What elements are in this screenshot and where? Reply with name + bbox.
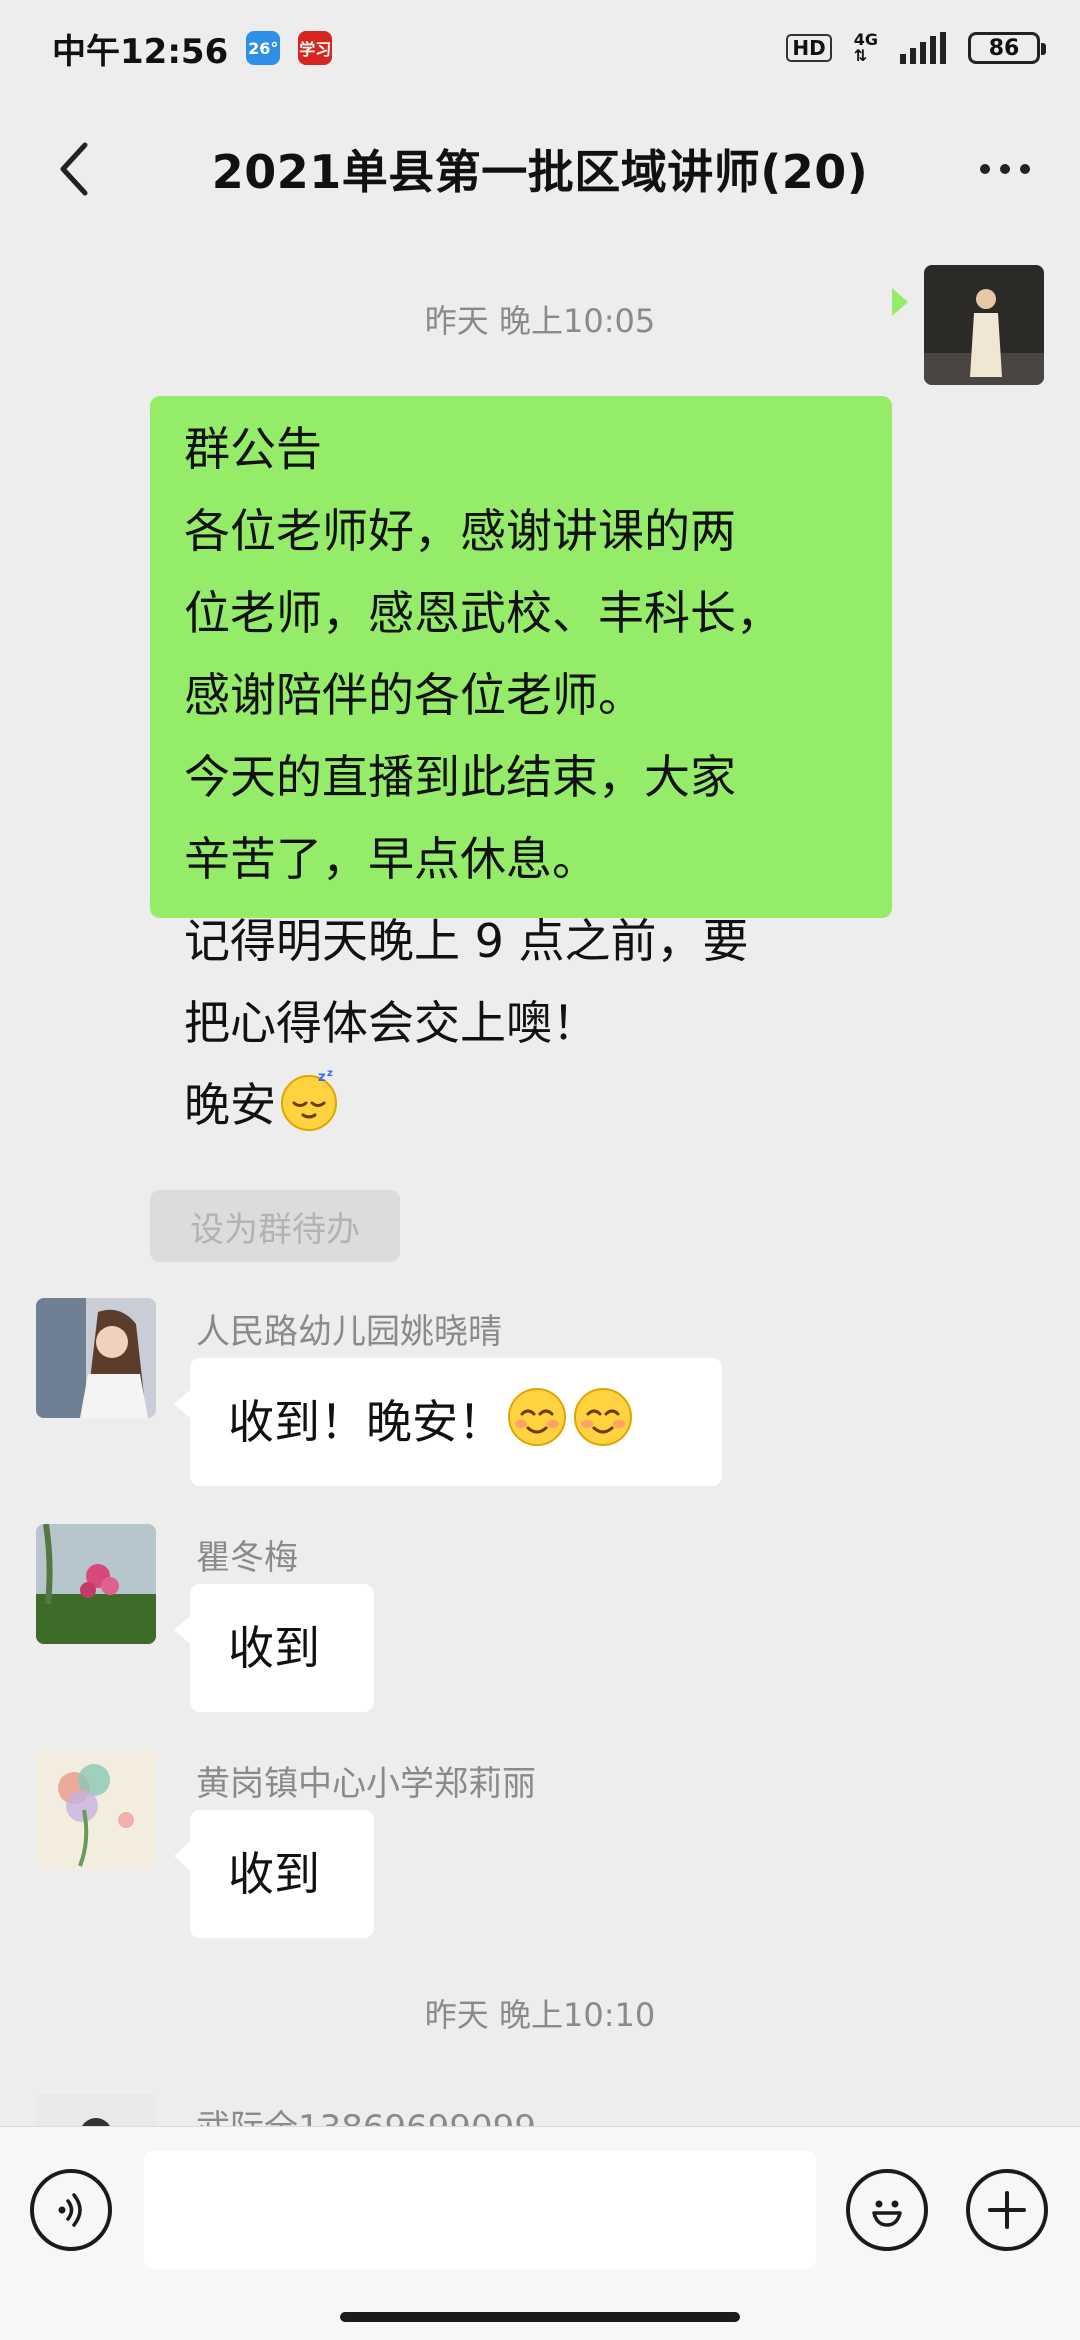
sleepy-emoji-icon: z z: [276, 1067, 342, 1133]
notice-line: 感谢陪伴的各位老师。: [184, 668, 644, 722]
smile-emoji-icon: [504, 1384, 570, 1450]
home-indicator[interactable]: [340, 2312, 740, 2322]
notice-bubble[interactable]: 群公告 各位老师好，感谢讲课的两 位老师，感恩武校、丰科长， 感谢陪伴的各位老师…: [150, 396, 892, 1132]
svg-text:z: z: [318, 1070, 326, 1085]
notice-line: 记得明天晚上 9 点之前，要: [184, 914, 749, 968]
chat-area[interactable]: 昨天 晚上10:05 群公告 各位老师好，感谢讲课的两 位老师，感恩武校、丰科长…: [0, 242, 1080, 2126]
message-input[interactable]: [144, 2151, 816, 2269]
sender-name: 黄岗镇中心小学郑莉丽: [196, 1764, 536, 1804]
avatar-qu[interactable]: [36, 1524, 156, 1644]
bubble-tail: [174, 1616, 190, 1644]
message-text: 收到！晚安！: [228, 1395, 504, 1449]
avatar-zheng[interactable]: [36, 1750, 156, 1870]
sender-name: 瞿冬梅: [196, 1538, 298, 1578]
voice-button[interactable]: [30, 2169, 112, 2251]
svg-text:z: z: [327, 1068, 333, 1079]
smile-emoji-icon: [570, 1384, 636, 1450]
timestamp: 昨天 晚上10:10: [424, 1996, 656, 2034]
plus-icon: [988, 2191, 1026, 2229]
status-time: 中午12:56: [52, 31, 229, 72]
message-bubble[interactable]: 收到: [190, 1810, 374, 1938]
notice-line: 各位老师好，感谢讲课的两: [184, 504, 736, 558]
notice-line: 今天的直播到此结束，大家: [184, 750, 736, 804]
notice-last-text: 晚安: [184, 1078, 276, 1132]
sender-name: 人民路幼儿园姚晓晴: [196, 1312, 502, 1352]
more-dot-icon: [1020, 164, 1030, 174]
title-bar: 2021单县第一批区域讲师(20): [0, 96, 1080, 242]
notice-line: 群公告: [184, 422, 322, 476]
avatar-wu[interactable]: [36, 2094, 156, 2126]
timestamp: 昨天 晚上10:05: [424, 302, 656, 340]
notice-text: 群公告 各位老师好，感谢讲课的两 位老师，感恩武校、丰科长， 感谢陪伴的各位老师…: [184, 408, 858, 1146]
status-left: 中午12:56 26° 学习: [52, 24, 333, 73]
battery-level: 86: [988, 35, 1020, 61]
avatar-yao[interactable]: [36, 1298, 156, 1418]
back-arrow-icon: [60, 142, 88, 196]
my-avatar[interactable]: [924, 265, 1044, 385]
message-text: 收到: [228, 1847, 320, 1901]
notice-line: 把心得体会交上噢！: [184, 996, 598, 1050]
voice-icon: [58, 2193, 82, 2227]
emoji-icon: [872, 2200, 902, 2227]
bubble-tail: [892, 288, 908, 316]
notice-line-last: 晚安 z z: [184, 1064, 858, 1146]
bubble-tail: [174, 1842, 190, 1870]
notice-line: 辛苦了，早点休息。: [184, 832, 598, 886]
network-icon: 4G ⇅: [854, 32, 878, 64]
hd-icon: HD: [786, 34, 832, 62]
message-bubble[interactable]: 收到: [190, 1584, 374, 1712]
notice-line: 位老师，感恩武校、丰科长，: [184, 586, 782, 640]
study-app-icon: 学习: [298, 31, 333, 65]
data-arrows-icon: ⇅: [853, 46, 868, 65]
weather-app-icon: 26°: [246, 31, 281, 65]
more-dot-icon: [1000, 164, 1010, 174]
status-bar: 中午12:56 26° 学习 HD 4G ⇅ 86: [0, 0, 1080, 96]
status-right: HD 4G ⇅ 86: [786, 32, 1046, 64]
back-button[interactable]: [30, 124, 120, 214]
add-button[interactable]: [966, 2169, 1048, 2251]
more-button[interactable]: [960, 124, 1050, 214]
message-bubble[interactable]: 收到！晚安！: [190, 1358, 722, 1486]
bubble-tail: [174, 1390, 190, 1418]
set-group-todo-button[interactable]: 设为群待办: [150, 1190, 400, 1262]
more-dot-icon: [980, 164, 990, 174]
signal-icon: [900, 32, 946, 64]
emoji-button[interactable]: [846, 2169, 928, 2251]
message-text: 收到: [228, 1621, 320, 1675]
chat-title: 2021单县第一批区域讲师(20): [211, 145, 869, 199]
sender-name: 武际全13869699099: [196, 2100, 536, 2126]
battery-icon: 86: [968, 32, 1046, 64]
input-bar: [0, 2126, 1080, 2340]
